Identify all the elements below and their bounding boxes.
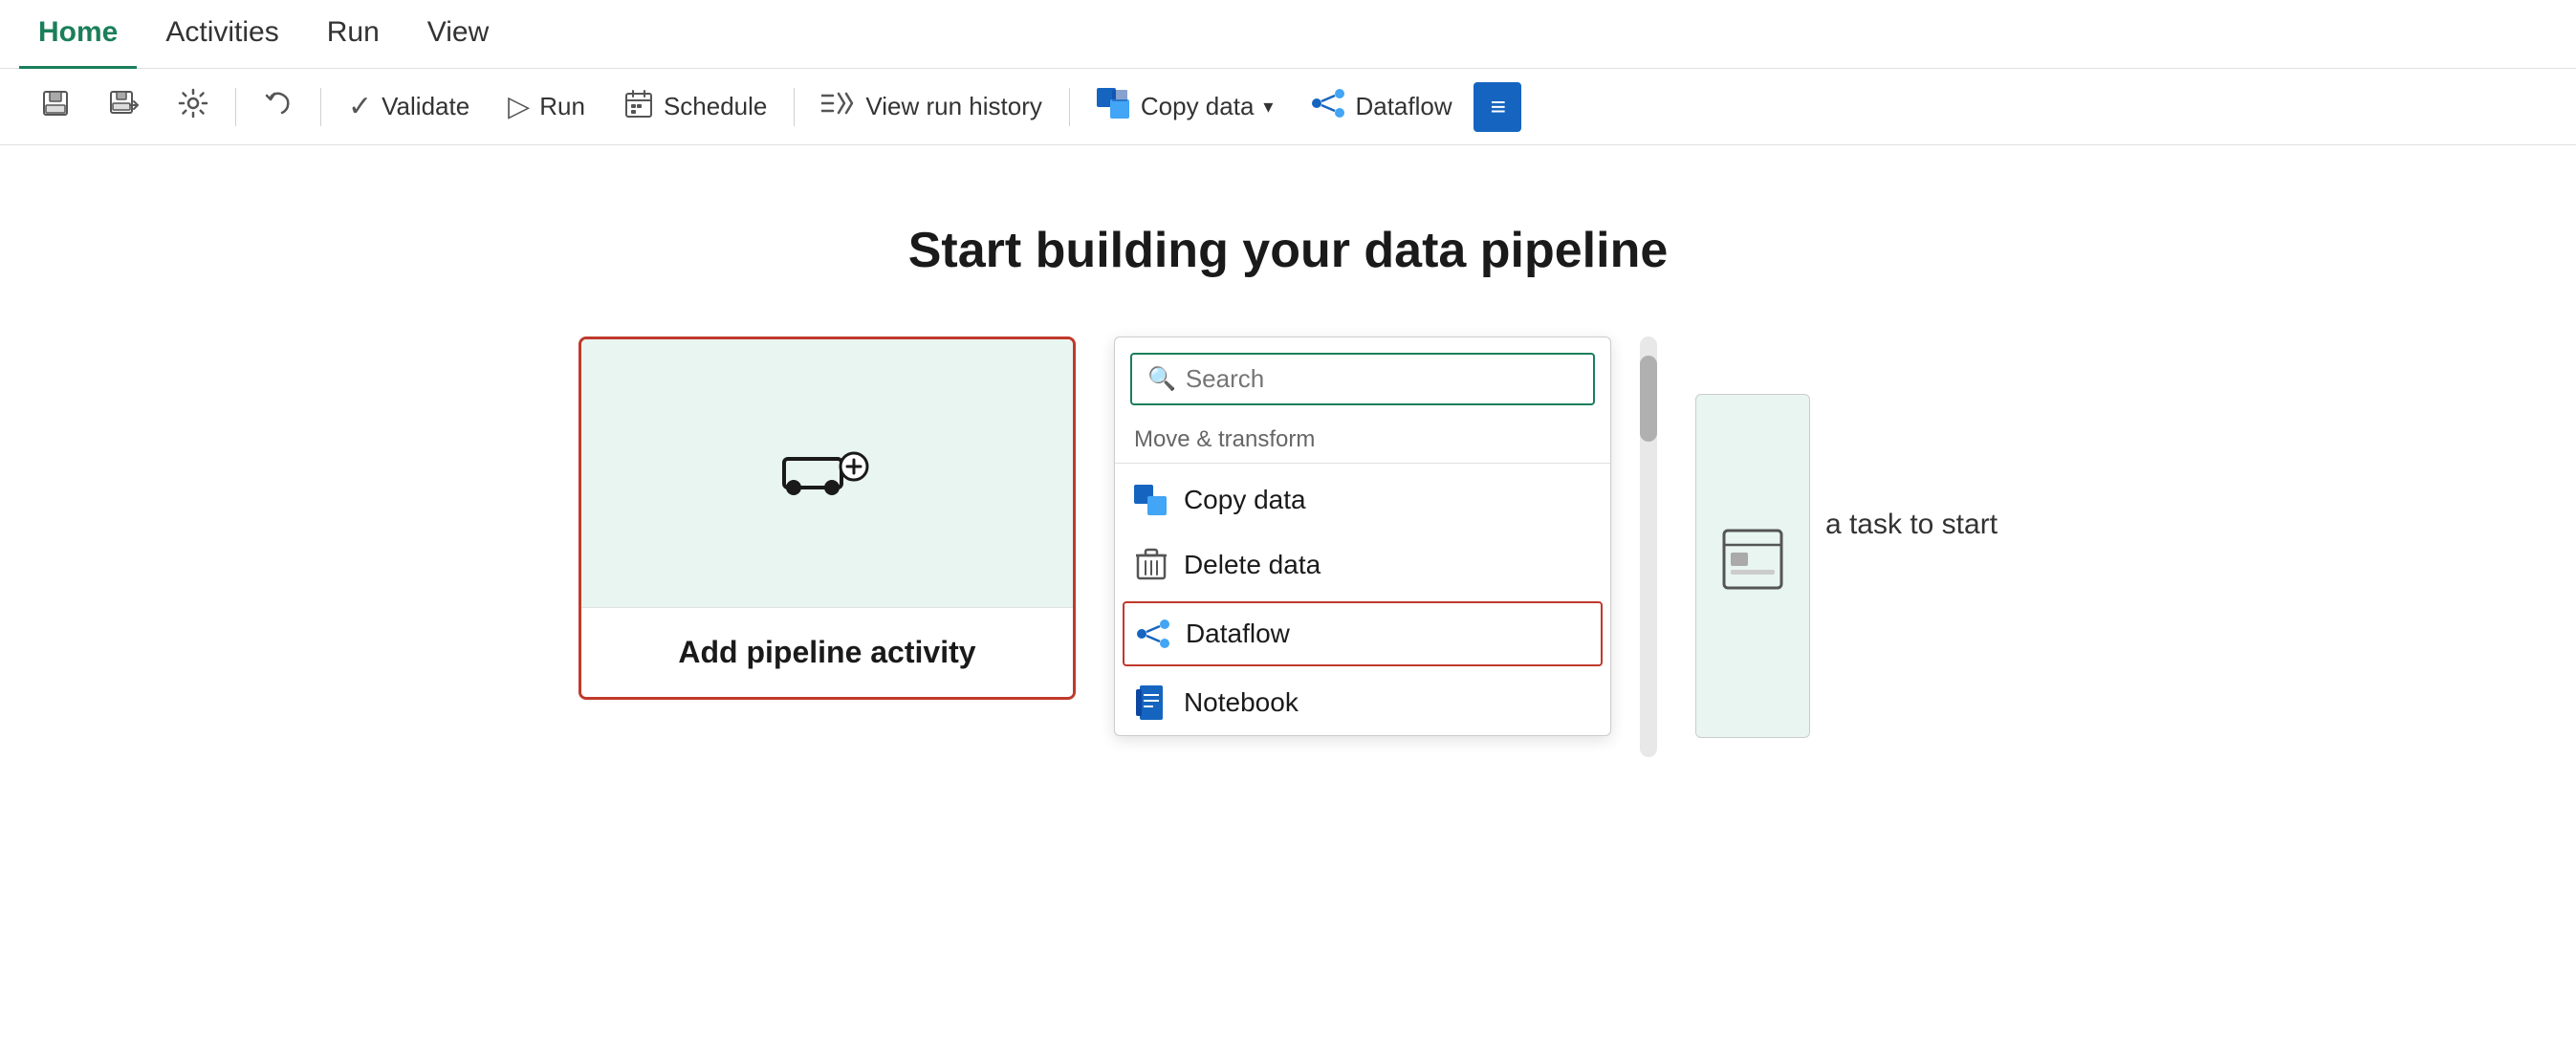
undo-icon	[263, 88, 294, 126]
activity-card-top	[581, 339, 1073, 607]
dataflow-icon	[1311, 88, 1345, 126]
save-as-icon	[109, 88, 140, 126]
cards-container: Add pipeline activity 🔍 Move & transform	[579, 337, 1997, 757]
pipeline-add-icon	[779, 440, 875, 507]
save-as-button[interactable]	[92, 78, 157, 136]
more-button[interactable]: ≡	[1474, 82, 1521, 132]
schedule-label: Schedule	[664, 92, 767, 121]
dataflow-menu-icon	[1136, 617, 1170, 651]
validate-icon: ✓	[348, 90, 372, 123]
validate-label: Validate	[382, 92, 469, 121]
partial-card-icon	[1719, 526, 1786, 606]
nav-tab-activities[interactable]: Activities	[146, 0, 297, 69]
run-label: Run	[539, 92, 585, 121]
divider-3	[794, 88, 795, 126]
save-icon	[40, 88, 71, 126]
menu-item-copy-data[interactable]: Copy data	[1115, 467, 1610, 532]
menu-item-dataflow[interactable]: Dataflow	[1123, 601, 1603, 666]
top-nav: Home Activities Run View	[0, 0, 2576, 69]
nav-tab-run[interactable]: Run	[308, 0, 399, 69]
divider-4	[1069, 88, 1070, 126]
run-icon: ▷	[508, 90, 530, 123]
right-hint-area: a task to start	[1695, 337, 1997, 738]
notebook-menu-label: Notebook	[1184, 687, 1299, 718]
copy-data-button[interactable]: Copy data ▾	[1080, 78, 1291, 136]
toolbar: ✓ Validate ▷ Run Schedule	[0, 69, 2576, 145]
schedule-button[interactable]: Schedule	[606, 78, 784, 136]
search-box[interactable]: 🔍	[1130, 353, 1595, 405]
copy-data-menu-label: Copy data	[1184, 485, 1306, 515]
page-title: Start building your data pipeline	[908, 222, 1669, 279]
calendar-icon	[623, 88, 654, 126]
settings-button[interactable]	[161, 78, 226, 136]
run-button[interactable]: ▷ Run	[491, 80, 602, 133]
validate-button[interactable]: ✓ Validate	[331, 80, 487, 133]
main-content: Start building your data pipeline	[0, 145, 2576, 1064]
right-hint-text: a task to start	[1825, 509, 1997, 540]
view-run-history-button[interactable]: View run history	[804, 80, 1059, 134]
menu-item-delete-data[interactable]: Delete data	[1115, 532, 1610, 597]
dropdown-panel: 🔍 Move & transform Copy data	[1114, 337, 1611, 736]
delete-data-menu-label: Delete data	[1184, 550, 1321, 580]
delete-data-icon	[1134, 548, 1168, 582]
section-label: Move & transform	[1115, 421, 1610, 464]
copy-data-menu-icon	[1134, 483, 1168, 517]
nav-tab-view[interactable]: View	[408, 0, 508, 69]
divider-2	[320, 88, 321, 126]
search-input[interactable]	[1186, 364, 1578, 394]
copy-data-dropdown-icon: ▾	[1263, 95, 1273, 119]
scrollbar-thumb	[1640, 356, 1657, 442]
nav-tab-home[interactable]: Home	[19, 0, 137, 69]
save-button[interactable]	[23, 78, 88, 136]
copy-data-label: Copy data	[1141, 92, 1255, 121]
menu-item-notebook[interactable]: Notebook	[1115, 670, 1610, 735]
dataflow-label: Dataflow	[1355, 92, 1452, 121]
scrollbar-track[interactable]	[1640, 337, 1657, 757]
undo-button[interactable]	[246, 78, 311, 136]
gear-icon	[178, 88, 208, 126]
divider-1	[235, 88, 236, 126]
add-pipeline-activity-card[interactable]: Add pipeline activity	[579, 337, 1076, 700]
search-icon: 🔍	[1147, 365, 1176, 393]
dataflow-button[interactable]: Dataflow	[1294, 78, 1469, 136]
run-history-icon	[821, 90, 856, 124]
panel-container: 🔍 Move & transform Copy data	[1114, 337, 1657, 757]
activity-card-label: Add pipeline activity	[581, 607, 1073, 697]
copy-data-icon	[1097, 88, 1131, 126]
dataflow-menu-label: Dataflow	[1186, 619, 1290, 649]
notebook-icon	[1134, 685, 1168, 720]
view-run-history-label: View run history	[865, 92, 1042, 121]
